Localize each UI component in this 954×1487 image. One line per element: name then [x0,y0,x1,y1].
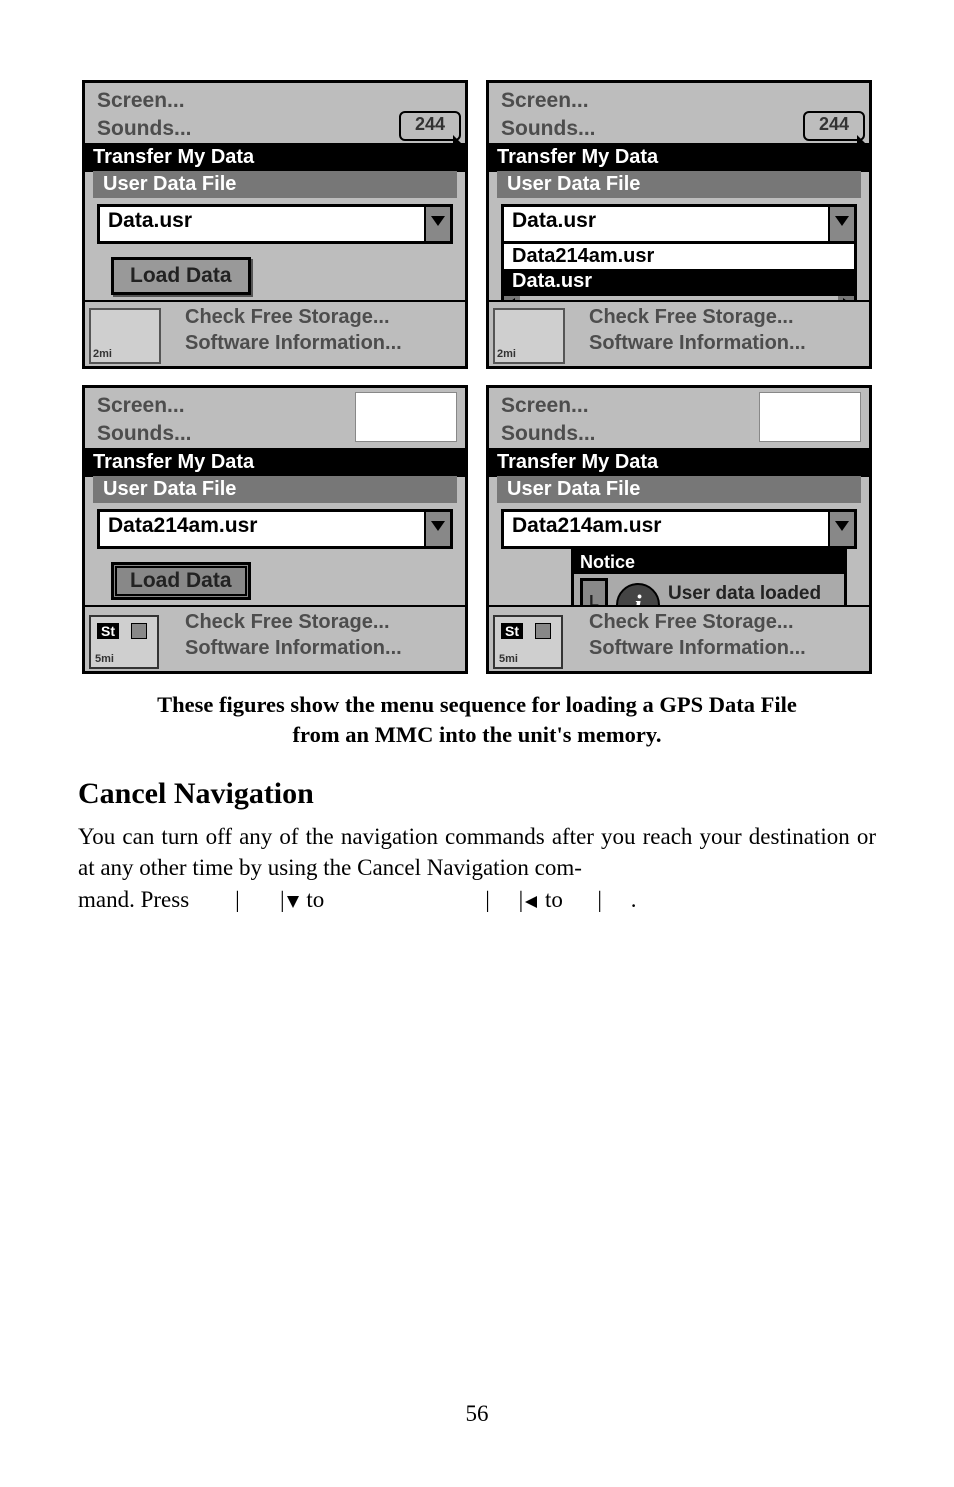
field-label: User Data File [497,171,861,198]
chevron-down-icon[interactable] [828,207,854,241]
scale-label: 2mi [93,348,112,360]
dialog-title: Transfer My Data [85,448,465,477]
field-label: User Data File [93,476,457,503]
file-select[interactable]: Data214am.usr [97,509,453,549]
dropdown-option[interactable]: Data214am.usr [504,244,854,269]
dialog-panel: User Data File Data.usr Data214am.usr Da… [497,171,861,300]
file-select[interactable]: Data214am.usr [501,509,857,549]
menu-item-software-info: Software Information... [185,332,402,355]
screenshot-c: Screen... Sounds... Transfer My Data Use… [82,385,468,674]
screenshot-d: Screen... Sounds... Transfer My Data Use… [486,385,872,674]
file-select-value: Data214am.usr [100,512,424,546]
body-paragraph-2: mand. Press | | to | | to | . [78,884,876,916]
blank-box [759,392,861,442]
dropdown-option-selected[interactable]: Data.usr [504,269,854,294]
map-preview-icon: St 5mi [493,615,563,669]
arrow-left-icon [523,887,539,912]
scale-label: 5mi [499,653,518,665]
dialog-title: Transfer My Data [85,143,465,172]
menu-item-check-storage: Check Free Storage... [185,306,390,329]
bottom-menu: St 5mi Check Free Storage... Software In… [489,605,869,671]
map-preview-icon: 2mi [89,308,161,364]
section-heading: Cancel Navigation [78,777,876,811]
menu-item-check-storage: Check Free Storage... [589,306,794,329]
flag-icon [131,623,147,639]
dialog-title: Transfer My Data [489,143,869,172]
file-select[interactable]: Data.usr [501,204,857,244]
bearing-badge: 244 [803,111,865,141]
page-number: 56 [0,1401,954,1427]
bottom-menu: 2mi Check Free Storage... Software Infor… [85,300,465,366]
figure-caption: These figures show the menu sequence for… [78,690,876,751]
file-select[interactable]: Data.usr [97,204,453,244]
dialog-panel: User Data File Data214am.usr Load Data [93,476,457,605]
notice-title: Notice [574,551,844,574]
dialog-panel: User Data File Data.usr Load Data [93,171,457,300]
scale-label: 5mi [95,653,114,665]
menu-item-check-storage: Check Free Storage... [185,611,390,634]
file-select-value: Data.usr [504,207,828,241]
file-select-value: Data214am.usr [504,512,828,546]
chevron-down-icon[interactable] [424,207,450,241]
field-label: User Data File [93,171,457,198]
body-paragraph: You can turn off any of the navigation c… [78,821,876,884]
menu-item-software-info: Software Information... [589,332,806,355]
load-data-button[interactable]: Load Data [111,257,251,295]
bottom-menu: St 5mi Check Free Storage... Software In… [85,605,465,671]
load-data-button[interactable]: Load Data [111,562,251,600]
scale-label: 2mi [497,348,516,360]
street-label: St [501,623,523,639]
street-label: St [97,623,119,639]
chevron-down-icon[interactable] [828,512,854,546]
screenshot-a: Screen... Sounds... 244 Transfer My Data… [82,80,468,369]
file-select-value: Data.usr [100,207,424,241]
screenshot-b: Screen... Sounds... 244 Transfer My Data… [486,80,872,369]
menu-item-check-storage: Check Free Storage... [589,611,794,634]
blank-box [355,392,457,442]
chevron-down-icon[interactable] [424,512,450,546]
menu-item-software-info: Software Information... [185,637,402,660]
flag-icon [535,623,551,639]
menu-item-software-info: Software Information... [589,637,806,660]
field-label: User Data File [497,476,861,503]
bottom-menu: 2mi Check Free Storage... Software Infor… [489,300,869,366]
bearing-badge: 244 [399,111,461,141]
map-preview-icon: St 5mi [89,615,159,669]
arrow-down-icon [285,887,301,912]
dialog-panel: User Data File Data214am.usr Notice L Us… [497,476,861,605]
map-preview-icon: 2mi [493,308,565,364]
dialog-title: Transfer My Data [489,448,869,477]
